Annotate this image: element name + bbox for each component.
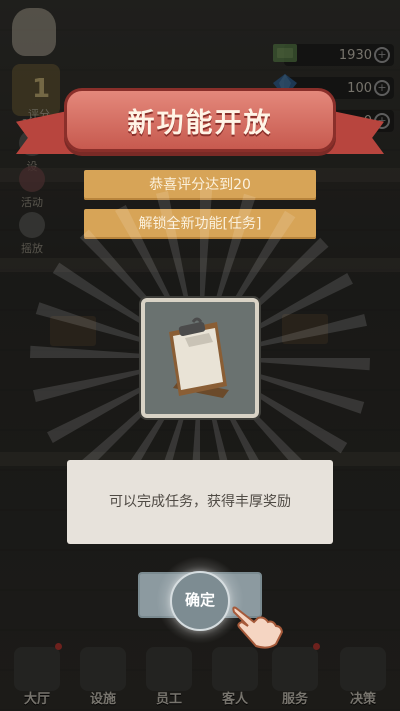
clipboard-icon bbox=[169, 317, 229, 398]
pointing-hand-icon bbox=[232, 606, 284, 649]
confirm-label[interactable]: 确定 bbox=[170, 571, 230, 631]
unlocked-feature-frame bbox=[141, 298, 259, 418]
popup-message: 可以完成任务，获得丰厚奖励 bbox=[67, 460, 333, 544]
